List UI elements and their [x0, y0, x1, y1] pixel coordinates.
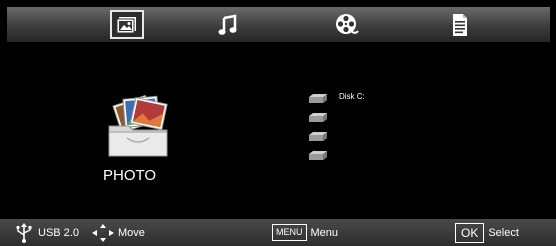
main-panel: PHOTO Disk C:	[7, 42, 550, 219]
disk-drive-icon	[309, 113, 327, 122]
move-hint: Move	[92, 219, 145, 246]
select-label: Select	[488, 226, 519, 239]
photo-folder-icon[interactable]	[105, 92, 171, 158]
help-bar: USB 2.0 Move MENU Menu OK Select	[0, 219, 556, 246]
category-label: PHOTO	[103, 167, 157, 184]
move-label: Move	[118, 226, 145, 239]
tab-photo[interactable]	[110, 10, 144, 39]
film-reel-icon	[336, 13, 359, 34]
select-hint: OK Select	[455, 219, 519, 246]
usb-icon	[16, 222, 32, 243]
tab-text[interactable]	[443, 10, 477, 39]
disk-drive-icon	[309, 132, 327, 141]
direction-arrows-icon	[92, 223, 114, 242]
drive-label: Disk C:	[339, 92, 365, 101]
menu-hint: MENU Menu	[272, 219, 338, 246]
music-note-icon	[218, 14, 237, 35]
ok-key[interactable]: OK	[455, 222, 485, 243]
source-label: USB 2.0	[38, 226, 79, 239]
photo-icon	[116, 16, 136, 33]
disk-drive-icon	[309, 151, 327, 160]
media-type-tabbar	[7, 7, 550, 43]
media-browser-screen: PHOTO Disk C: USB 2.0 Move MENU Menu OK …	[0, 0, 556, 246]
usb-source-hint: USB 2.0	[14, 219, 79, 246]
menu-label: Menu	[310, 226, 339, 239]
disk-drive-icon	[309, 94, 327, 103]
tab-movie[interactable]	[330, 10, 364, 39]
tab-music[interactable]	[211, 10, 245, 39]
menu-key[interactable]: MENU	[272, 224, 307, 241]
document-icon	[453, 13, 467, 36]
